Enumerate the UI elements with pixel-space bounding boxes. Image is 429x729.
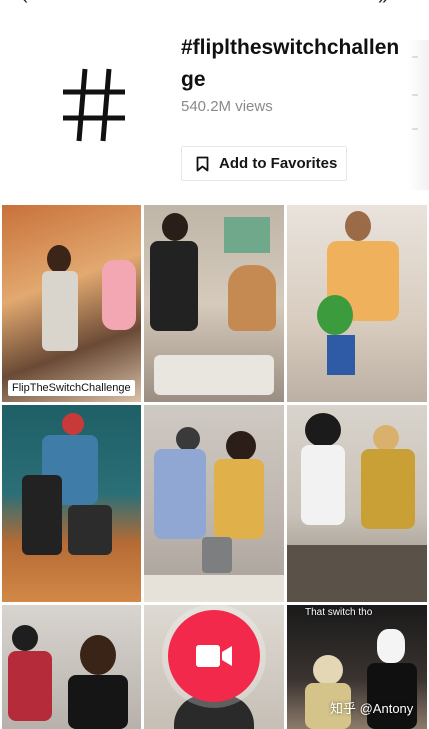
page-title: #flipltheswitchchallenge: [181, 36, 400, 91]
divider: [412, 128, 418, 130]
divider: [412, 94, 418, 96]
video-thumbnail[interactable]: [287, 205, 427, 402]
hashtag-icon: [22, 30, 165, 180]
video-thumbnail[interactable]: [287, 405, 427, 602]
divider: [412, 56, 418, 58]
bookmark-icon: [196, 156, 209, 171]
favorite-label: Add to Favorites: [219, 155, 338, 172]
video-thumbnail[interactable]: [2, 605, 141, 729]
chevron-left-icon[interactable]: ‹: [22, 0, 38, 7]
video-caption: That switch tho: [305, 607, 373, 618]
video-thumbnail[interactable]: [144, 405, 284, 602]
video-thumbnail[interactable]: [144, 205, 284, 402]
top-bar: ‹ »: [0, 0, 429, 10]
view-count: 540.2M views: [181, 98, 273, 115]
video-thumbnail[interactable]: [2, 405, 141, 602]
hashtag-label: FlipTheSwitchChallenge: [8, 380, 135, 396]
watermark: 知乎 @Antony: [330, 701, 414, 716]
video-camera-icon: [196, 645, 232, 667]
next-panel-edge: [408, 40, 429, 190]
video-thumbnail[interactable]: FlipTheSwitchChallenge: [2, 205, 141, 402]
record-button[interactable]: [168, 610, 260, 702]
share-arrow-icon[interactable]: »: [378, 0, 406, 7]
add-to-favorites-button[interactable]: Add to Favorites: [181, 146, 347, 181]
